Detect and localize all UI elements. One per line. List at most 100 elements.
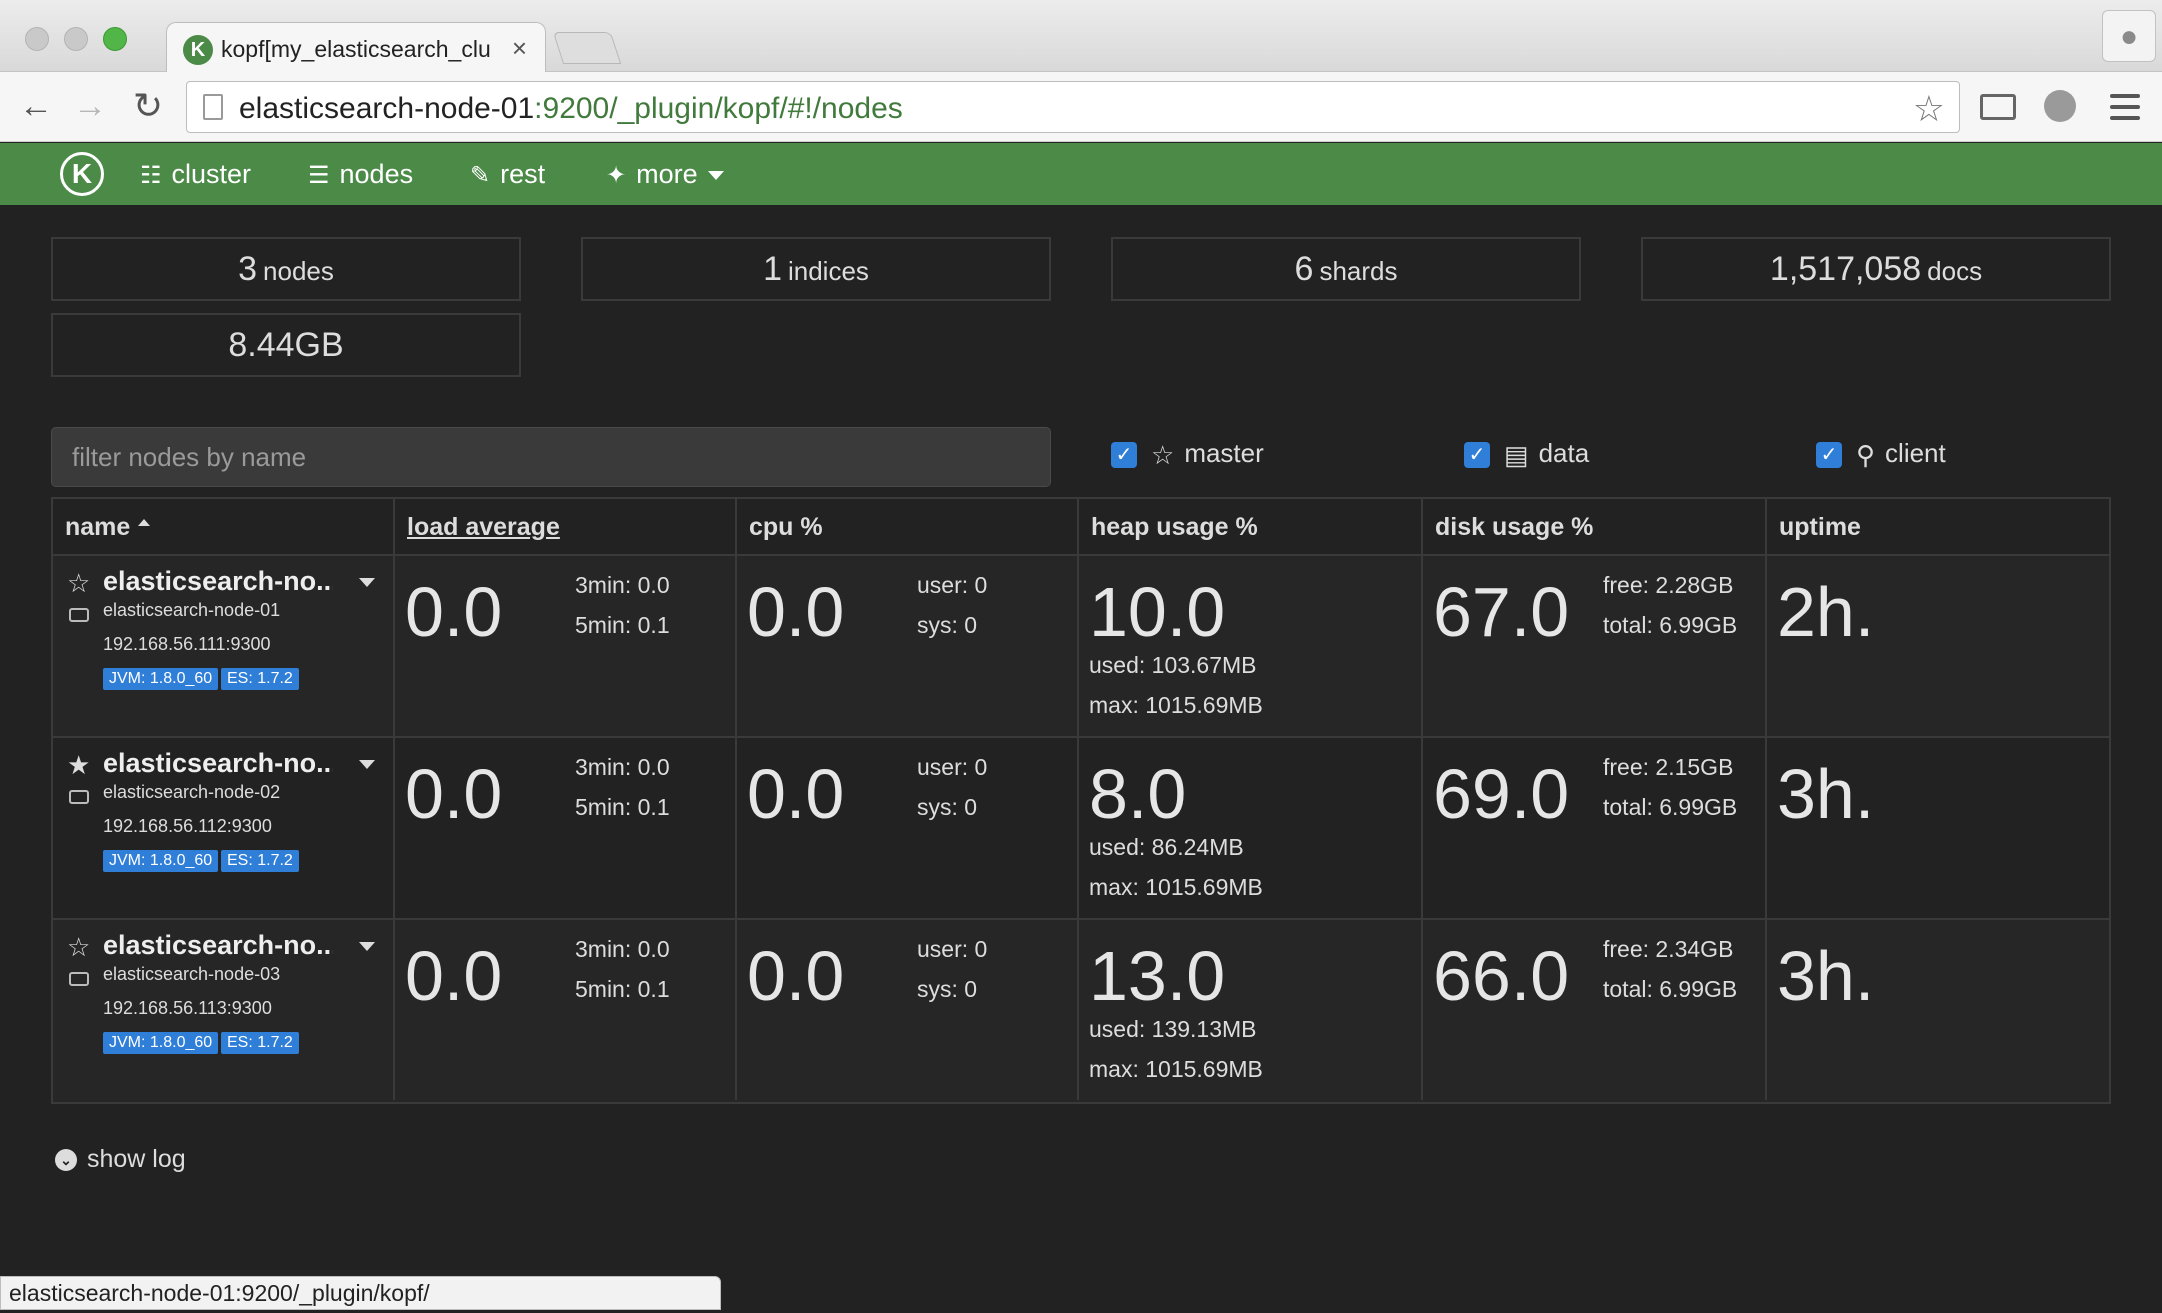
header-cpu[interactable]: cpu % <box>737 499 1079 554</box>
node-name: elasticsearch-no... <box>103 748 333 778</box>
extension-icon[interactable] <box>2044 90 2076 122</box>
stat-docs-value: 1,517,058 <box>1769 250 1922 288</box>
heap-max: max: 1015.69MB <box>1089 692 1263 718</box>
cpu-cell: 0.0 user: 0 sys: 0 <box>737 738 1079 918</box>
tab-title: kopf[my_elasticsearch_clus <box>221 36 491 62</box>
search-icon: ⚲ <box>1856 439 1876 470</box>
nav-more-dropdown[interactable]: ✦ more <box>606 159 724 190</box>
es-badge: ES: 1.7.2 <box>221 850 299 872</box>
heap-max: max: 1015.69MB <box>1089 1056 1263 1082</box>
header-name[interactable]: name <box>53 499 395 554</box>
chevron-down-icon: ⌄ <box>55 1149 77 1172</box>
node-address: 192.168.56.112:9300 <box>103 816 272 836</box>
heap-used: used: 103.67MB <box>1089 652 1257 678</box>
disk-free: free: 2.28GB <box>1603 572 1734 598</box>
role-filter-master[interactable]: ✓ ☆ master <box>1111 438 1264 471</box>
header-disk[interactable]: disk usage % <box>1423 499 1767 554</box>
zoom-window-button[interactable] <box>103 27 127 51</box>
stat-shards-label: shards <box>1319 256 1398 286</box>
header-heap[interactable]: heap usage % <box>1079 499 1423 554</box>
node-name: elasticsearch-no... <box>103 566 333 596</box>
node-host: elasticsearch-node-01 <box>103 600 281 620</box>
node-actions-dropdown-icon[interactable] <box>359 760 375 769</box>
show-log-label: show log <box>87 1145 186 1173</box>
browser-menu-icon[interactable] <box>2110 94 2140 127</box>
load-value: 0.0 <box>405 573 503 651</box>
heap-max: max: 1015.69MB <box>1089 874 1263 900</box>
hdd-icon <box>69 608 89 622</box>
reload-icon[interactable]: ↻ <box>128 86 168 126</box>
stat-indices: 1 indices <box>581 237 1051 301</box>
disk-free: free: 2.34GB <box>1603 936 1734 962</box>
status-url-bubble: elasticsearch-node-01:9200/_plugin/kopf/ <box>0 1276 721 1310</box>
heap-cell: 8.0 used: 86.24MB max: 1015.69MB <box>1079 738 1423 918</box>
kopf-logo-icon[interactable]: K <box>60 152 104 196</box>
bookmark-star-icon[interactable]: ☆ <box>1913 88 1945 130</box>
disk-cell: 67.0 free: 2.28GB total: 6.99GB <box>1423 556 1767 736</box>
star-filled-icon: ★ <box>67 750 91 780</box>
load-cell: 0.0 3min: 0.0 5min: 0.1 <box>395 920 737 1100</box>
browser-tab-active[interactable]: K kopf[my_elasticsearch_clus × <box>166 22 546 74</box>
disk-value: 69.0 <box>1433 755 1570 833</box>
heap-used: used: 139.13MB <box>1089 1016 1257 1042</box>
url-host: elasticsearch-node-01 <box>239 92 535 125</box>
cpu-user: user: 0 <box>917 936 988 962</box>
disk-total: total: 6.99GB <box>1603 794 1738 820</box>
stat-shards-value: 6 <box>1294 250 1314 288</box>
header-load-average[interactable]: load average <box>395 499 737 554</box>
kopf-favicon-icon: K <box>183 35 213 65</box>
new-tab-button[interactable] <box>552 32 622 64</box>
node-cell: ★ elasticsearch-no... elasticsearch-node… <box>53 738 395 918</box>
edit-icon: ✎ <box>470 162 491 189</box>
data-checkbox[interactable]: ✓ <box>1464 442 1490 469</box>
master-checkbox[interactable]: ✓ <box>1111 442 1137 469</box>
filter-nodes-input[interactable] <box>51 427 1051 487</box>
uptime-cell: 3h. <box>1767 738 2109 918</box>
cast-icon[interactable] <box>1980 94 2016 120</box>
node-address: 192.168.56.111:9300 <box>103 634 271 654</box>
star-outline-icon: ☆ <box>1151 439 1175 470</box>
table-header: name load average cpu % heap usage % dis… <box>53 499 2109 556</box>
app-navbar: K ☷ cluster ☰ nodes ✎ rest ✦ more <box>0 143 2162 205</box>
server-icon: ☰ <box>308 162 330 189</box>
url-text[interactable]: elasticsearch-node-01:9200/_plugin/kopf/… <box>239 92 903 126</box>
stat-nodes-value: 3 <box>238 250 258 288</box>
es-badge: ES: 1.7.2 <box>221 1032 299 1054</box>
load-cell: 0.0 3min: 0.0 5min: 0.1 <box>395 556 737 736</box>
stat-size-value: 8.44GB <box>228 326 344 364</box>
load-5min: 5min: 0.1 <box>575 794 670 820</box>
nav-nodes[interactable]: ☰ nodes <box>308 159 413 190</box>
load-5min: 5min: 0.1 <box>575 976 670 1002</box>
profile-icon[interactable]: ● <box>2102 10 2156 62</box>
tab-close-icon[interactable]: × <box>512 33 527 64</box>
stat-docs: 1,517,058 docs <box>1641 237 2111 301</box>
cpu-sys: sys: 0 <box>917 612 978 638</box>
close-window-button[interactable] <box>25 27 49 51</box>
table-row: ☆ elasticsearch-no... elasticsearch-node… <box>53 556 2109 738</box>
cpu-cell: 0.0 user: 0 sys: 0 <box>737 920 1079 1100</box>
nav-cluster[interactable]: ☷ cluster <box>140 159 251 190</box>
minimize-window-button[interactable] <box>64 27 88 51</box>
node-address: 192.168.56.113:9300 <box>103 998 272 1018</box>
role-filter-data[interactable]: ✓ ▤ data <box>1464 438 1589 471</box>
jvm-badge: JVM: 1.8.0_60 <box>103 850 219 872</box>
stat-docs-label: docs <box>1927 256 1983 286</box>
load-value: 0.0 <box>405 755 503 833</box>
url-path: :9200/_plugin/kopf/#!/nodes <box>534 92 903 125</box>
header-uptime[interactable]: uptime <box>1767 499 2109 554</box>
sort-asc-icon <box>138 518 151 526</box>
forward-arrow-icon[interactable]: → <box>70 86 110 126</box>
cpu-sys: sys: 0 <box>917 976 978 1002</box>
node-actions-dropdown-icon[interactable] <box>359 942 375 951</box>
back-arrow-icon[interactable]: ← <box>16 86 56 126</box>
role-filter-client[interactable]: ✓ ⚲ client <box>1816 438 1946 471</box>
hdd-icon: ▤ <box>1504 439 1529 470</box>
node-actions-dropdown-icon[interactable] <box>359 578 375 587</box>
nav-rest[interactable]: ✎ rest <box>470 159 545 190</box>
stat-nodes-label: nodes <box>263 256 334 286</box>
address-bar[interactable]: elasticsearch-node-01:9200/_plugin/kopf/… <box>186 81 1960 133</box>
uptime-cell: 2h. <box>1767 556 2109 736</box>
show-log-toggle[interactable]: ⌄ show log <box>55 1145 186 1174</box>
client-checkbox[interactable]: ✓ <box>1816 442 1842 469</box>
cpu-cell: 0.0 user: 0 sys: 0 <box>737 556 1079 736</box>
